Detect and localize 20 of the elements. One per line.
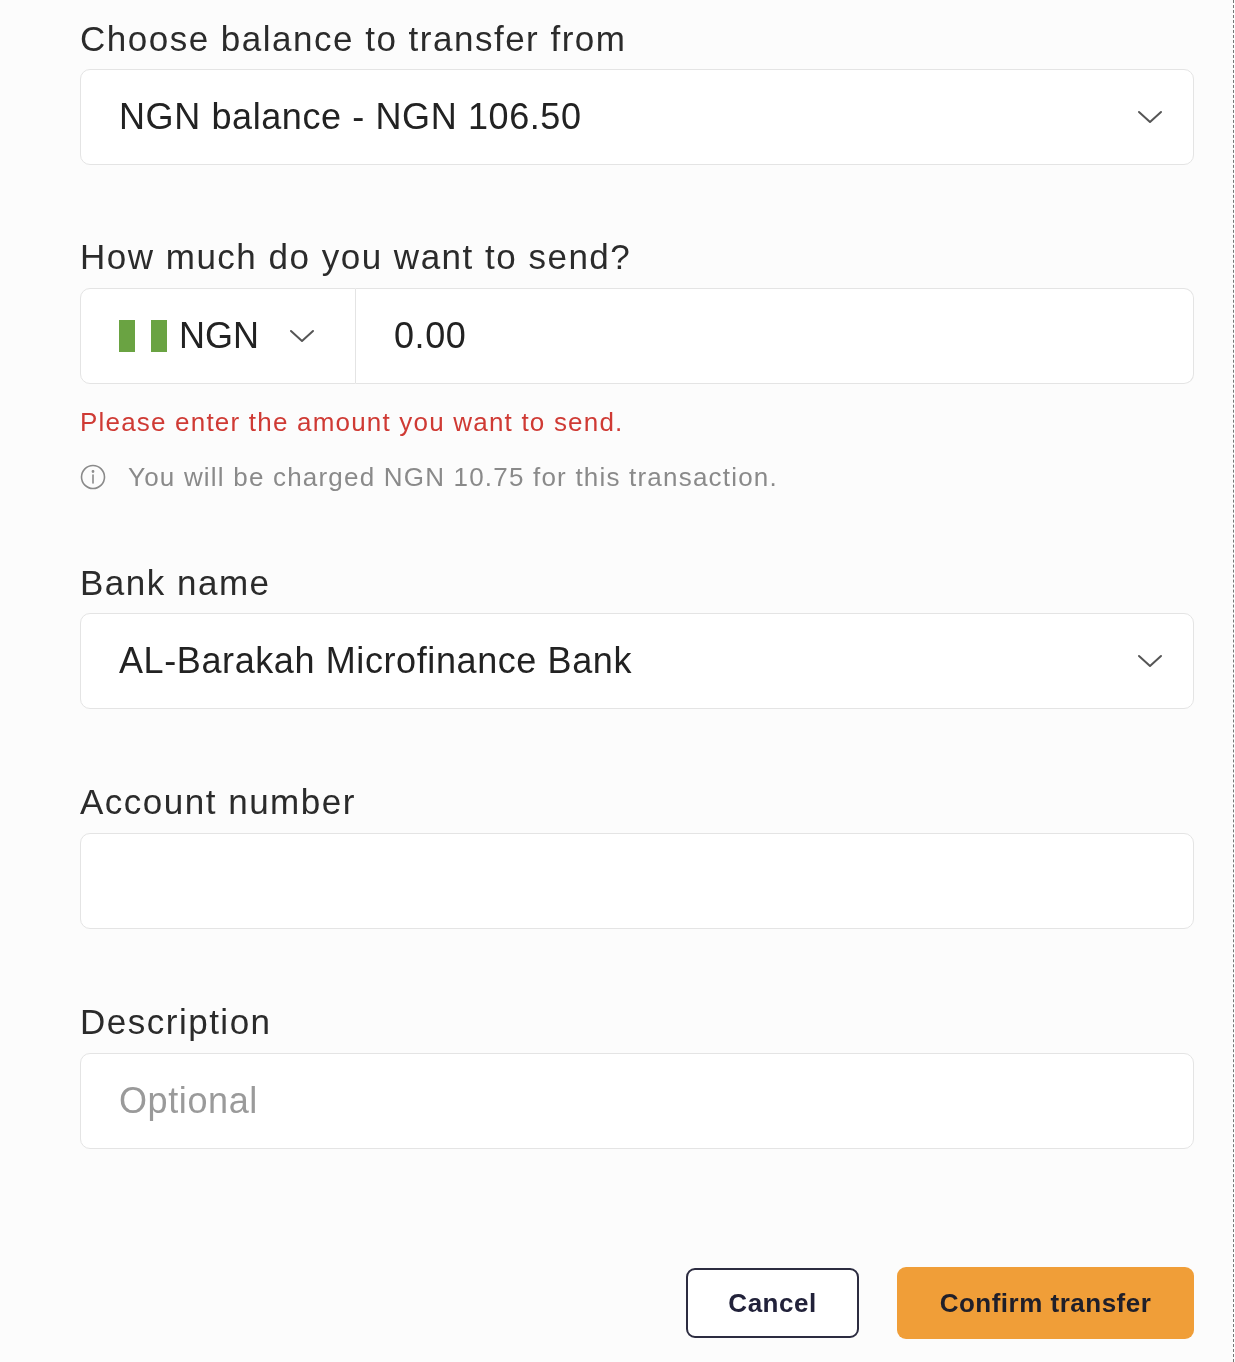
- field-label: Bank name: [80, 563, 272, 603]
- info-icon: [80, 464, 106, 490]
- cancel-button[interactable]: Cancel: [686, 1268, 859, 1338]
- field-label: Description: [80, 1002, 273, 1042]
- amount-input[interactable]: 0.00: [356, 288, 1194, 384]
- field-label: Account number: [80, 782, 357, 822]
- input-field[interactable]: [80, 833, 1194, 929]
- chevron-down-icon: [1137, 654, 1163, 668]
- field-label: Choose balance to transfer from: [80, 19, 628, 59]
- input-field[interactable]: Optional: [80, 1053, 1194, 1149]
- confirm-button[interactable]: Confirm transfer: [897, 1267, 1194, 1339]
- select-field[interactable]: NGN balance - NGN 106.50: [80, 69, 1194, 165]
- chevron-down-icon: [289, 329, 315, 343]
- field-label: How much do you want to send?: [80, 237, 633, 277]
- fee-note: You will be charged NGN 10.75 for this transaction.: [128, 461, 778, 493]
- flag-icon: [119, 320, 167, 352]
- select-field[interactable]: AL-Barakah Microfinance Bank: [80, 613, 1194, 709]
- currency-select[interactable]: NGN: [80, 288, 356, 384]
- error-message: Please enter the amount you want to send.: [80, 406, 625, 438]
- chevron-down-icon: [1137, 110, 1163, 124]
